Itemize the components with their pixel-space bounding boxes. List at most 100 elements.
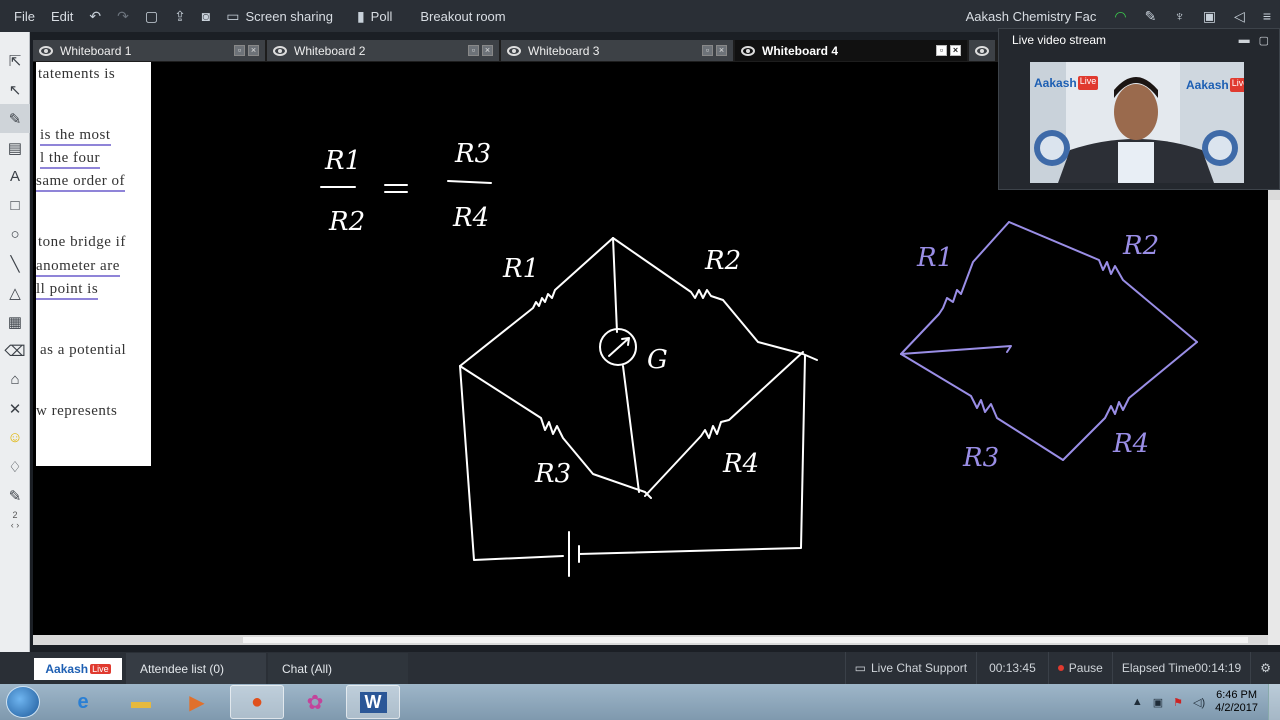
undo-button[interactable]: ↶ xyxy=(81,0,109,32)
equation-r4-label: R4 xyxy=(452,203,489,233)
volume-icon[interactable]: ◁) xyxy=(1193,696,1205,709)
flag-icon[interactable]: ⚑ xyxy=(1173,696,1183,709)
purple-arrow xyxy=(900,345,1012,355)
file-menu[interactable]: File xyxy=(0,0,43,32)
status-bar: Aakash Live Attendee list (0) Chat (All)… xyxy=(0,652,1280,684)
pause-button[interactable]: Pause xyxy=(1047,652,1112,684)
tool-select[interactable]: ⇱ xyxy=(0,46,30,75)
eye-icon xyxy=(507,45,521,56)
chat-tab[interactable]: Chat (All) xyxy=(268,653,408,684)
taskbar-media-player[interactable]: ▶ xyxy=(170,685,224,719)
tray-expand-icon[interactable]: ▲ xyxy=(1132,696,1143,708)
record-dot-icon xyxy=(1057,665,1064,671)
edit-menu[interactable]: Edit xyxy=(43,0,81,32)
clock[interactable]: 6:46 PM 4/2/2017 xyxy=(1215,689,1258,715)
tool-clear[interactable]: ✕ xyxy=(0,394,30,423)
tool-triangle[interactable]: △ xyxy=(0,278,30,307)
upload-button[interactable]: ⇪ xyxy=(166,0,194,32)
elapsed-label: Elapsed Time xyxy=(1121,661,1195,675)
horizontal-scrollbar[interactable] xyxy=(33,635,1268,645)
tab-whiteboard-2[interactable]: Whiteboard 2 ▫ × xyxy=(267,40,499,61)
taskbar-word[interactable]: W xyxy=(346,685,400,719)
scrollbar-thumb[interactable] xyxy=(243,637,1248,643)
taskbar-firefox[interactable]: ● xyxy=(230,685,284,719)
snapshot-button[interactable]: ◙ xyxy=(194,0,218,32)
tab-whiteboard-4[interactable]: Whiteboard 4 ▫ × xyxy=(735,40,967,61)
redo-button[interactable]: ↷ xyxy=(109,0,137,32)
minimize-icon[interactable]: ▫ xyxy=(936,45,947,56)
show-desktop-button[interactable] xyxy=(1268,684,1280,720)
close-icon[interactable]: × xyxy=(950,45,961,56)
live-video-panel: Live video stream ▬ ▢ Aakash Live Aakash… xyxy=(998,28,1280,190)
page-nav-icon[interactable]: ‹ › xyxy=(0,520,30,530)
tool-rectangle[interactable]: □ xyxy=(0,191,30,220)
purple-r4-label: R4 xyxy=(1112,429,1149,459)
open-button[interactable]: ▢ xyxy=(137,0,166,32)
tool-ellipse[interactable]: ○ xyxy=(0,220,30,249)
tool-color-fill[interactable]: ♢ xyxy=(0,452,30,481)
taskbar-internet-explorer[interactable]: e xyxy=(56,685,110,719)
tool-fill[interactable]: ⌂ xyxy=(0,365,30,394)
taskbar-paint[interactable]: ✿ xyxy=(288,685,342,719)
folder-icon: ▢ xyxy=(144,7,159,24)
tab-label: Whiteboard 3 xyxy=(528,43,600,58)
tool-color-picker[interactable]: ✎ xyxy=(0,481,30,510)
attendee-list-tab[interactable]: Attendee list (0) xyxy=(126,653,266,684)
minimize-icon[interactable]: ▫ xyxy=(468,45,479,56)
session-timer: 00:13:45 xyxy=(976,652,1048,684)
close-icon[interactable]: × xyxy=(248,45,259,56)
network-icon[interactable]: ▣ xyxy=(1153,696,1163,709)
gear-icon: ⚙ xyxy=(1260,661,1271,675)
close-icon[interactable]: × xyxy=(716,45,727,56)
media-player-icon: ▶ xyxy=(189,691,205,714)
word-icon: W xyxy=(359,691,387,713)
tool-grid[interactable]: ▦ xyxy=(0,307,30,336)
minimize-icon[interactable]: ▫ xyxy=(702,45,713,56)
equals-sign xyxy=(384,184,408,193)
eye-icon xyxy=(39,45,53,56)
camera-icon: ◙ xyxy=(201,8,211,24)
brand-text: Aakash xyxy=(45,662,89,676)
video-logo-badge: Live xyxy=(1077,76,1099,90)
tab-whiteboard-5[interactable] xyxy=(969,40,995,61)
edit-menu-label: Edit xyxy=(50,8,74,24)
equation-r1-label: R1 xyxy=(324,146,361,176)
start-button[interactable] xyxy=(6,686,40,718)
live-chat-support-label: Live Chat Support xyxy=(871,661,968,675)
poll-button[interactable]: ▮ Poll xyxy=(341,0,400,32)
tab-whiteboard-3[interactable]: Whiteboard 3 ▫ × xyxy=(501,40,733,61)
expand-icon[interactable]: ▢ xyxy=(1259,34,1269,47)
scroll-up-icon[interactable] xyxy=(1268,190,1280,200)
grid-icon: ▦ xyxy=(7,313,23,331)
galvanometer-label: G xyxy=(647,345,668,375)
tool-pen[interactable]: ✎ xyxy=(0,104,30,133)
clock-time: 6:46 PM xyxy=(1216,689,1258,701)
video-logo-text: Aakash xyxy=(1034,76,1077,90)
settings-button[interactable]: ⚙ xyxy=(1250,652,1280,684)
tool-text[interactable]: A xyxy=(0,162,30,191)
paint-icon: ♢ xyxy=(8,458,22,476)
screen-sharing-button[interactable]: ▭ Screen sharing xyxy=(218,0,341,32)
microphone-icon: ♆ xyxy=(1174,8,1185,24)
taskbar-file-explorer[interactable]: ▬ xyxy=(114,685,168,719)
tool-eraser[interactable]: ⌫ xyxy=(0,336,30,365)
minimize-icon[interactable]: ▫ xyxy=(234,45,245,56)
purple-r2 xyxy=(1008,221,1198,343)
purple-r1 xyxy=(900,221,1010,355)
tool-arrow[interactable]: ↖ xyxy=(0,75,30,104)
vertical-scrollbar[interactable] xyxy=(1268,190,1280,645)
tool-line[interactable]: ╲ xyxy=(0,249,30,278)
tool-emoticon[interactable]: ☺ xyxy=(0,423,30,452)
undo-icon: ↶ xyxy=(89,7,102,24)
minimize-icon[interactable]: ▬ xyxy=(1239,34,1250,47)
tool-palette: ⇱ ↖ ✎ ▤ A □ ○ ╲ △ ▦ ⌫ ⌂ ✕ ☺ ♢ ✎ 2 ‹ › xyxy=(0,32,30,652)
close-icon[interactable]: × xyxy=(482,45,493,56)
eye-icon xyxy=(975,45,989,56)
bridge-r2-label: R2 xyxy=(704,246,741,276)
tab-label: Whiteboard 1 xyxy=(60,43,132,58)
hamburger-icon: ≡ xyxy=(1262,8,1271,24)
live-chat-support-button[interactable]: ▭ Live Chat Support xyxy=(844,652,976,684)
tool-text-box[interactable]: ▤ xyxy=(0,133,30,162)
tab-whiteboard-1[interactable]: Whiteboard 1 ▫ × xyxy=(33,40,265,61)
breakout-room-button[interactable]: Breakout room xyxy=(400,0,513,32)
